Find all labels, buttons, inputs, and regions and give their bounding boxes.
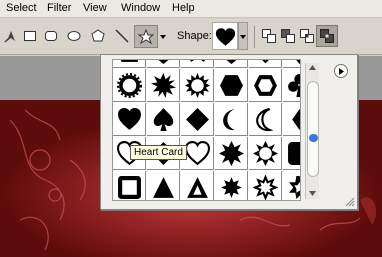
rectangle-icon[interactable]	[22, 28, 38, 44]
shape-cell[interactable]	[181, 171, 214, 200]
starburst-20-icon	[185, 73, 210, 98]
options-bar: Shape:	[0, 19, 382, 55]
square-frame-icon	[118, 176, 141, 199]
shape-cell[interactable]	[147, 103, 180, 136]
shape-cell[interactable]	[181, 69, 214, 102]
custom-shape-icon	[138, 29, 154, 45]
shape-tooltip: Heart Card	[130, 145, 187, 160]
shape-cell[interactable]	[113, 60, 146, 68]
heart-frame-icon	[185, 141, 210, 166]
shape-picker-panel	[100, 54, 358, 210]
seal-small-icon	[221, 177, 242, 198]
seal-outline-icon	[289, 176, 300, 199]
shape-cell[interactable]	[147, 60, 180, 68]
rounded-rectangle-icon[interactable]	[43, 28, 59, 44]
subtract-mode-icon[interactable]	[280, 28, 296, 44]
exclude-mode-icon	[320, 29, 334, 43]
shape-cell[interactable]	[249, 103, 282, 136]
shape-cell[interactable]	[283, 137, 300, 170]
star-partial-icon	[262, 60, 269, 64]
exclude-mode-button[interactable]	[316, 25, 338, 47]
triangle-frame-icon	[187, 177, 208, 198]
shape-cell[interactable]	[181, 60, 214, 68]
shape-cell[interactable]	[147, 69, 180, 102]
shape-partial-icon	[226, 60, 237, 64]
menu-select[interactable]: Select	[6, 2, 37, 14]
shape-cell[interactable]	[215, 103, 248, 136]
shape-label: Shape:	[177, 30, 212, 42]
shape-cell[interactable]	[283, 60, 300, 68]
shape-cell[interactable]	[215, 137, 248, 170]
scroll-thumb[interactable]	[307, 81, 319, 177]
resize-grip-icon[interactable]	[345, 197, 355, 207]
polygon-icon[interactable]	[90, 28, 106, 44]
menu-help[interactable]: Help	[172, 2, 195, 14]
shape-cell[interactable]	[215, 60, 248, 68]
menu-view[interactable]: View	[83, 2, 107, 14]
shape-partial-icon	[158, 60, 169, 64]
starburst-16-icon	[151, 73, 176, 98]
shape-grid	[112, 59, 301, 201]
tool-dropdown-icon[interactable]	[160, 35, 166, 39]
intersect-mode-icon[interactable]	[299, 28, 315, 44]
shape-cell[interactable]	[249, 137, 282, 170]
shape-cell[interactable]	[215, 69, 248, 102]
shape-cell[interactable]	[283, 171, 300, 200]
shape-grid-scrollbar[interactable]	[305, 63, 319, 199]
triangle-icon	[153, 177, 174, 198]
scroll-grip[interactable]	[309, 134, 318, 142]
crescent-icon	[223, 109, 235, 131]
divider	[254, 26, 255, 48]
shape-partial-icon	[121, 60, 138, 62]
shape-cell[interactable]	[113, 103, 146, 136]
diamond-icon	[186, 108, 209, 131]
menu-window[interactable]: Window	[121, 2, 160, 14]
play-icon	[339, 68, 344, 75]
club-icon	[288, 74, 300, 97]
add-mode-icon[interactable]	[261, 28, 277, 44]
pen-icon[interactable]	[3, 28, 19, 44]
spade-icon	[153, 108, 174, 131]
shape-cell[interactable]	[283, 69, 300, 102]
shape-cell[interactable]	[147, 171, 180, 200]
custom-shape-tool[interactable]	[134, 25, 158, 48]
hexagon-icon	[220, 75, 243, 96]
crescent-frame-icon	[256, 108, 274, 132]
menu-bar: Select Filter View Window Help	[0, 0, 382, 18]
shape-partial-icon	[296, 60, 300, 64]
shape-cell[interactable]	[215, 171, 248, 200]
menu-filter[interactable]: Filter	[47, 2, 71, 14]
circle-frame-icon	[117, 73, 142, 98]
shape-cell[interactable]	[249, 171, 282, 200]
ellipse-icon[interactable]	[66, 28, 82, 44]
rounded-square-icon	[288, 142, 300, 165]
shape-cell[interactable]	[249, 69, 282, 102]
heart-icon	[118, 108, 141, 130]
hexagon-frame-icon	[254, 75, 277, 96]
shape-cell[interactable]	[113, 69, 146, 102]
seal-frame-icon	[253, 141, 278, 166]
shape-preview[interactable]	[212, 22, 238, 50]
scroll-up-icon[interactable]	[309, 65, 316, 70]
chevron-down-icon	[240, 35, 246, 39]
seal-frame-small-icon	[253, 175, 278, 200]
picker-menu-button[interactable]	[334, 64, 348, 78]
line-icon[interactable]	[114, 28, 130, 44]
seal-8-icon	[219, 141, 244, 166]
starburst-partial-icon	[189, 60, 206, 62]
shape-cell[interactable]	[113, 171, 146, 200]
scroll-down-icon[interactable]	[309, 191, 316, 196]
shape-cell[interactable]	[283, 103, 300, 136]
diamond-small-icon	[292, 109, 300, 130]
shape-cell[interactable]	[249, 60, 282, 68]
heart-icon	[215, 28, 236, 46]
shape-dropdown-button[interactable]	[238, 22, 248, 50]
shape-cell[interactable]	[181, 103, 214, 136]
